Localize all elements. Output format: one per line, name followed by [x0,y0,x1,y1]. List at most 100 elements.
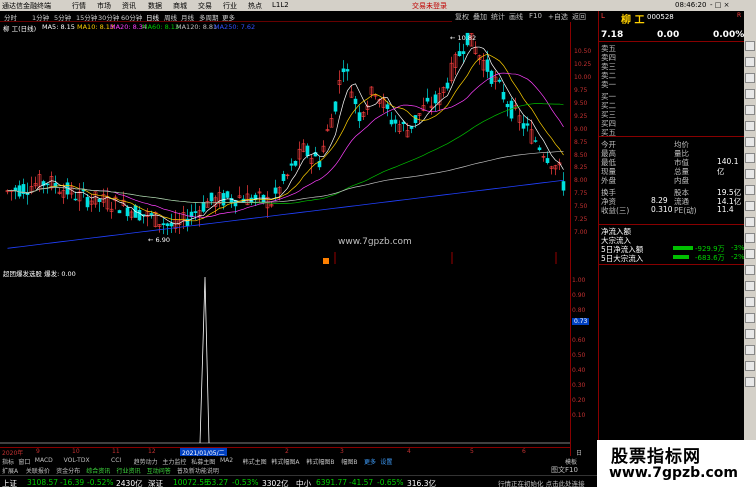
ma20-line [7,72,564,218]
stats-button[interactable]: 统计 [491,12,505,22]
indicator-tab-4[interactable]: CCI [111,457,121,464]
login-status[interactable]: 交易未登录 [412,1,447,11]
indicator-tab-3[interactable]: VOL-TDX [64,457,90,464]
time-label: 4 [407,448,411,455]
site-watermark: 股票指标网 www.7gpzb.com [597,440,756,487]
candle-body [233,200,238,207]
tab-15min[interactable]: 15分钟 [76,12,97,22]
sidebar-tool-icon[interactable] [745,185,755,195]
connection-status[interactable]: 行情正在初始化 点击此处连接 [498,478,585,487]
extension-tab-0[interactable]: 扩展A [2,466,18,475]
sidebar-tool-icon[interactable] [745,233,755,243]
extension-tab-4[interactable]: 行业资讯 [117,466,141,475]
extension-tab-1[interactable]: 关联报价 [26,466,50,475]
menu-industry[interactable]: 行业 [223,1,237,11]
candle-body [457,51,462,57]
sidebar-tool-icon[interactable] [745,105,755,115]
candle-body [305,145,310,157]
sidebar-tool-icon[interactable] [745,137,755,147]
ma10-label: MA10: 8.13 [77,23,115,31]
sz-index-pct: -0.53% [232,478,259,487]
overlay-button[interactable]: 叠加 [473,12,487,22]
indicator-tick: 0.20 [572,397,586,404]
sidebar-tool-icon[interactable] [745,41,755,51]
sidebar-tool-icon[interactable] [745,329,755,339]
sh-index-name[interactable]: 上证 [2,478,17,487]
sidebar-tool-icon[interactable] [745,89,755,99]
sz-index-name[interactable]: 深证 [148,478,163,487]
extension-tab-3[interactable]: 综合资讯 [86,466,110,475]
sidebar-tool-icon[interactable] [745,57,755,67]
f10-button[interactable]: F10 [529,12,542,20]
back-button[interactable]: 返回 [572,12,586,22]
tab-monthly[interactable]: 月线 [181,12,194,22]
tab-more[interactable]: 更多 [222,12,235,22]
price-tick: 7.00 [574,228,588,236]
indicator-chart[interactable] [0,277,570,445]
sidebar-tool-icon[interactable] [745,73,755,83]
indicator-tab-2[interactable]: MACD [35,457,53,464]
sh-index-pct: -0.52% [87,478,114,487]
sidebar-tool-icon[interactable] [745,201,755,211]
window-controls[interactable]: - □ × [710,1,729,9]
menu-l1l2[interactable]: L1L2 [272,1,289,9]
flow-bar [673,255,689,259]
tab-timeshare[interactable]: 分时 [4,12,17,22]
candle-body [545,158,550,163]
indicator-tick: 0.30 [572,382,586,389]
ma60-label: MA60: 8.13 [142,23,180,31]
sidebar-tool-icon[interactable] [745,265,755,275]
candle-body [393,119,398,124]
sidebar-tool-icon[interactable] [745,249,755,259]
time-label: 10 [72,448,80,455]
sidebar-tool-icon[interactable] [745,281,755,291]
sidebar-tool-icon[interactable] [745,297,755,307]
sidebar-tool-icon[interactable] [745,169,755,179]
tab-5min[interactable]: 5分钟 [54,12,71,22]
extension-tab-6[interactable]: 普及新功能说明 [177,466,219,475]
watermark-url: www.7gpzb.com [609,465,739,481]
stock-code: 000528 [647,13,674,21]
tab-1min[interactable]: 1分钟 [32,12,49,22]
candle-body [353,98,358,105]
sidebar-tool-icon[interactable] [745,121,755,131]
candle-body [521,123,526,129]
sidebar-tool-icon[interactable] [745,313,755,323]
f10-link[interactable]: 图文F10 [551,465,578,475]
candle-body [97,198,102,203]
sidebar-tool-icon[interactable] [745,153,755,163]
sidebar-tool-icon[interactable] [745,345,755,355]
menu-mall[interactable]: 商城 [173,1,187,11]
price-tick: 7.75 [574,190,588,198]
tab-weekly[interactable]: 周线 [164,12,177,22]
menu-hotspot[interactable]: 热点 [248,1,262,11]
tab-30min[interactable]: 30分钟 [98,12,119,22]
candle-body [73,198,78,201]
chart-watermark: www.7gpzb.com [338,237,412,247]
price-chart[interactable]: ← 10.82 ← 6.90 [0,32,570,264]
add-favorite-button[interactable]: +自选 [548,12,568,22]
fq-button[interactable]: 复权 [455,12,469,22]
sme-index-name[interactable]: 中小 [296,478,311,487]
extension-tab-2[interactable]: 资金分布 [56,466,80,475]
menu-market[interactable]: 市场 [97,1,111,11]
ma10-line [7,53,564,222]
menu-bar: 通达信金融终端 行情 市场 资讯 数据 商城 交易 行业 热点 L1L2 交易未… [0,0,756,11]
menu-news[interactable]: 资讯 [122,1,136,11]
menu-data[interactable]: 数据 [148,1,162,11]
indicator-tab-8[interactable]: MA2 [220,457,233,464]
tab-60min[interactable]: 60分钟 [121,12,142,22]
draw-button[interactable]: 画线 [509,12,523,22]
extension-tab-5[interactable]: 互动问答 [147,466,171,475]
flow-label: 5日大宗流入 [601,254,644,263]
tab-multiperiod[interactable]: 多周期 [199,12,219,22]
time-label: 11 [112,448,120,455]
menu-quotes[interactable]: 行情 [72,1,86,11]
event-marker-icon[interactable] [323,258,329,264]
sidebar-tool-icon[interactable] [745,217,755,227]
menu-trade[interactable]: 交易 [198,1,212,11]
high-price-label: ← 10.82 [450,34,476,42]
tab-daily[interactable]: 日线 [146,12,159,22]
sidebar-tool-icon[interactable] [745,361,755,371]
sidebar-tool-icon[interactable] [745,377,755,387]
